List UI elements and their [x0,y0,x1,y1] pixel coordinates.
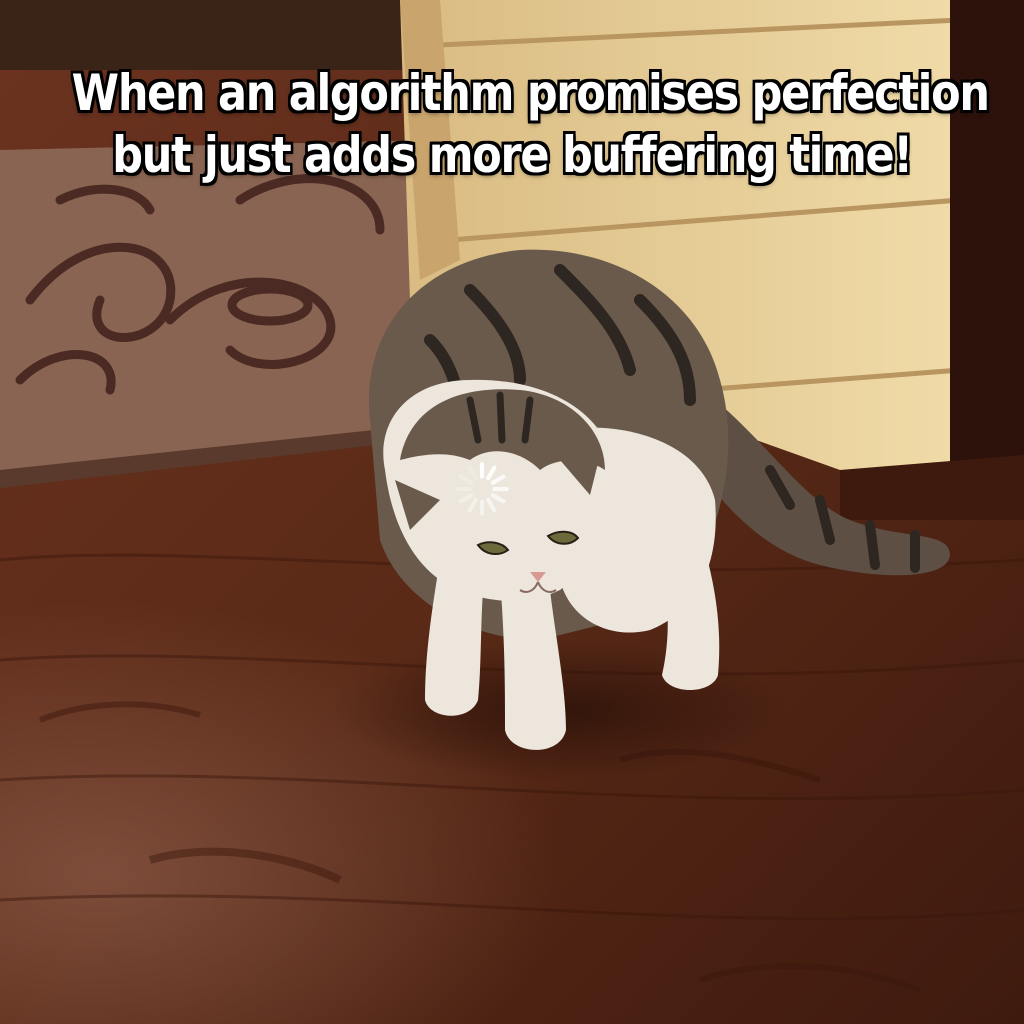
caption-line-2: but just adds more buffering time! [111,125,914,185]
rug [0,140,430,480]
loading-spinner-icon [455,462,509,516]
meme-caption: When an algorithm promises perfection bu… [71,62,991,186]
meme-image: When an algorithm promises perfection bu… [0,0,1024,1024]
caption-line-1: When an algorithm promises perfection [71,63,991,123]
